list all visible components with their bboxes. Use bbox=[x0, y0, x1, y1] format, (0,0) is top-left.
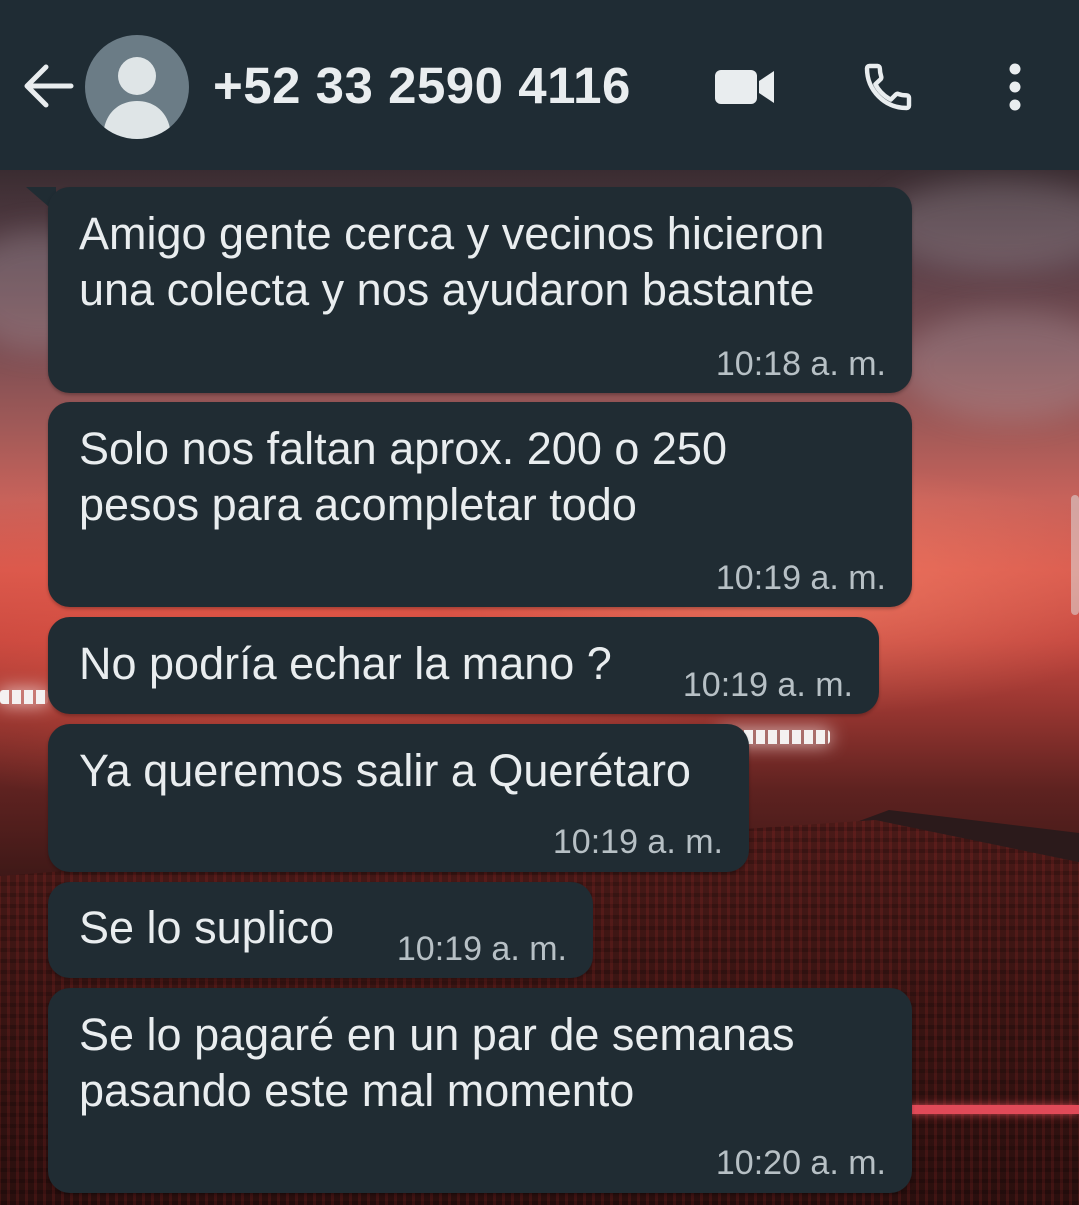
message-text: No podría echar la mano ? bbox=[79, 638, 612, 689]
chat-header: +52 33 2590 4116 bbox=[0, 0, 1079, 170]
video-camera-icon bbox=[715, 70, 774, 104]
more-options-button[interactable] bbox=[990, 55, 1040, 119]
video-call-button[interactable] bbox=[705, 55, 785, 119]
message-timestamp: 10:19 a. m. bbox=[682, 666, 853, 704]
phone-icon bbox=[864, 63, 912, 111]
default-person-icon bbox=[103, 57, 171, 139]
message-timestamp: 10:19 a. m. bbox=[396, 930, 567, 968]
message-timestamp: 10:20 a. m. bbox=[715, 1144, 886, 1182]
stadium-light-strip bbox=[905, 1105, 1079, 1114]
message-text: Solo nos faltan aprox. 200 o 250 bbox=[79, 423, 727, 474]
message-text: pesos para acompletar todo bbox=[79, 479, 637, 530]
incoming-message[interactable]: Se lo suplico 10:19 a. m. bbox=[48, 882, 593, 978]
message-timestamp: 10:19 a. m. bbox=[552, 823, 723, 861]
floodlight bbox=[0, 690, 48, 704]
message-text: pasando este mal momento bbox=[79, 1065, 635, 1116]
incoming-message[interactable]: Solo nos faltan aprox. 200 o 250 pesos p… bbox=[48, 402, 912, 607]
message-timestamp: 10:18 a. m. bbox=[715, 345, 886, 383]
scrollbar[interactable] bbox=[1071, 495, 1079, 615]
voice-call-button[interactable] bbox=[852, 55, 924, 119]
incoming-message[interactable]: No podría echar la mano ? 10:19 a. m. bbox=[48, 617, 879, 714]
message-text: una colecta y nos ayudaron bastante bbox=[79, 264, 815, 315]
back-button[interactable] bbox=[20, 60, 76, 112]
incoming-message[interactable]: Ya queremos salir a Querétaro 10:19 a. m… bbox=[48, 724, 749, 872]
arrow-left-icon bbox=[24, 64, 74, 108]
more-vertical-icon bbox=[1009, 63, 1021, 111]
wallpaper-cloud bbox=[900, 310, 1079, 420]
message-timestamp: 10:19 a. m. bbox=[715, 559, 886, 597]
contact-avatar[interactable] bbox=[85, 35, 189, 139]
incoming-message[interactable]: Se lo pagaré en un par de semanas pasand… bbox=[48, 988, 912, 1193]
message-text: Se lo suplico bbox=[79, 902, 335, 953]
incoming-message[interactable]: Amigo gente cerca y vecinos hicieron una… bbox=[48, 187, 912, 393]
contact-name[interactable]: +52 33 2590 4116 bbox=[213, 54, 631, 118]
message-text: Se lo pagaré en un par de semanas bbox=[79, 1009, 795, 1060]
message-text: Ya queremos salir a Querétaro bbox=[79, 745, 691, 796]
message-text: Amigo gente cerca y vecinos hicieron bbox=[79, 208, 825, 259]
